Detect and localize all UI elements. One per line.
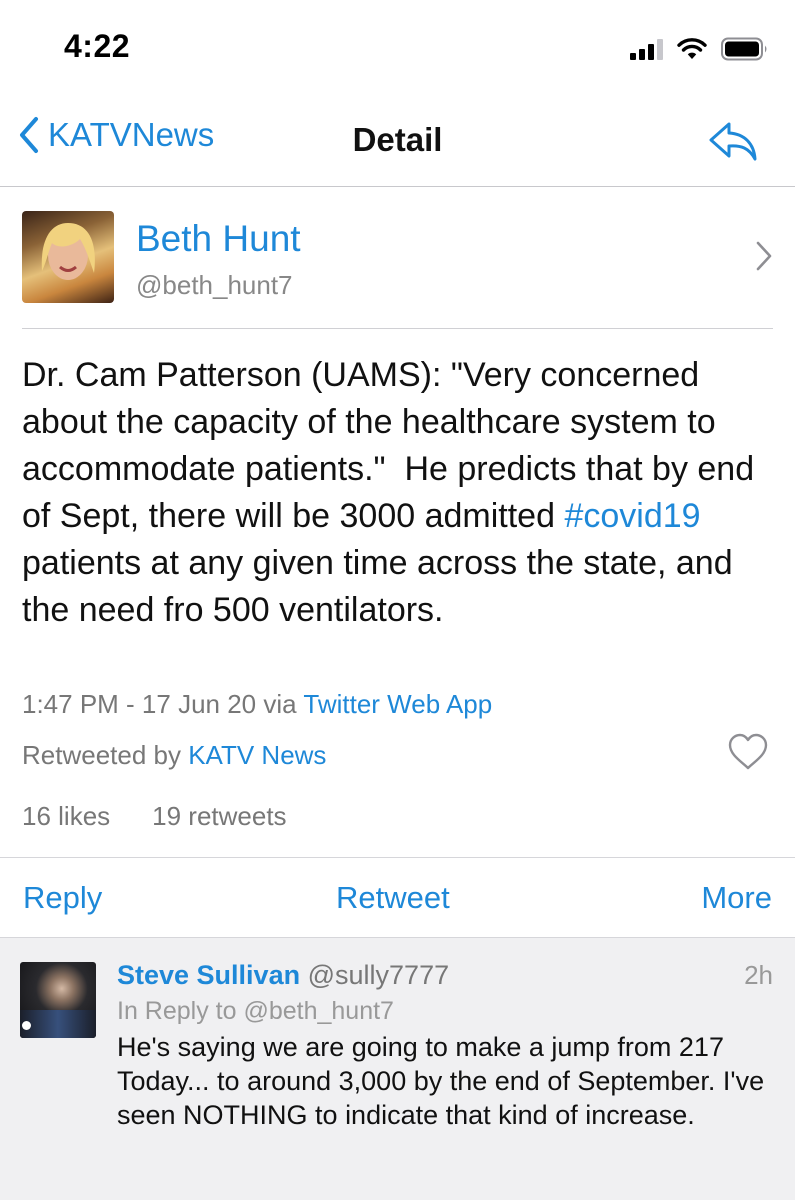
navigation-bar: KATVNews Detail [0, 95, 795, 187]
in-reply-to: In Reply to @beth_hunt7 [117, 997, 394, 1025]
cellular-signal-icon [630, 38, 663, 60]
reply-tweet[interactable]: Steve Sullivan @sully7777 2h In Reply to… [0, 937, 795, 1200]
status-bar: 4:22 [0, 0, 795, 95]
reply-author-name[interactable]: Steve Sullivan [117, 960, 300, 990]
status-time: 4:22 [64, 28, 131, 64]
author-handle: @beth_hunt7 [136, 270, 293, 300]
reply-text: He's saying we are going to make a jump … [117, 1032, 765, 1130]
reply-author-handle: @sully7777 [307, 960, 450, 990]
tweet-timestamp: 1:47 PM - 17 Jun 20 [22, 689, 257, 719]
retweeted-by: Retweeted by KATV News [22, 740, 326, 771]
reply-button[interactable]: Reply [23, 880, 102, 916]
author-profile-row[interactable]: Beth Hunt @beth_hunt7 [0, 188, 795, 328]
heart-icon[interactable] [727, 733, 769, 771]
tweet-meta: 1:47 PM - 17 Jun 20 via Twitter Web App [22, 689, 492, 720]
reply-arrow-icon [709, 122, 757, 161]
author-name[interactable]: Beth Hunt [136, 218, 301, 260]
divider [22, 328, 773, 329]
tweet-text: Dr. Cam Patterson (UAMS): "Very concerne… [22, 352, 782, 634]
reply-author[interactable]: Steve Sullivan @sully7777 [117, 960, 449, 991]
retweeted-by-label: Retweeted by [22, 740, 181, 770]
author-avatar[interactable] [22, 211, 114, 303]
retweeted-by-link[interactable]: KATV News [188, 740, 326, 770]
via-label: via [263, 689, 297, 719]
source-link[interactable]: Twitter Web App [303, 689, 492, 719]
engagement-counts: 16 likes 19 retweets [22, 801, 287, 832]
hashtag-link[interactable]: #covid19 [564, 497, 700, 535]
reply-time: 2h [744, 960, 773, 990]
tweet-actions: Reply Retweet More [0, 857, 795, 937]
chevron-right-icon[interactable] [755, 240, 773, 272]
retweets-count[interactable]: 19 retweets [152, 801, 286, 832]
wifi-icon [677, 38, 707, 59]
likes-count[interactable]: 16 likes [22, 801, 110, 832]
more-button[interactable]: More [701, 880, 772, 916]
page-title: Detail [352, 121, 443, 158]
retweet-button[interactable]: Retweet [336, 880, 450, 916]
system-icons [630, 34, 769, 64]
reply-author-avatar[interactable] [20, 962, 96, 1038]
reply-nav-button[interactable] [707, 119, 759, 168]
battery-icon [721, 37, 767, 61]
